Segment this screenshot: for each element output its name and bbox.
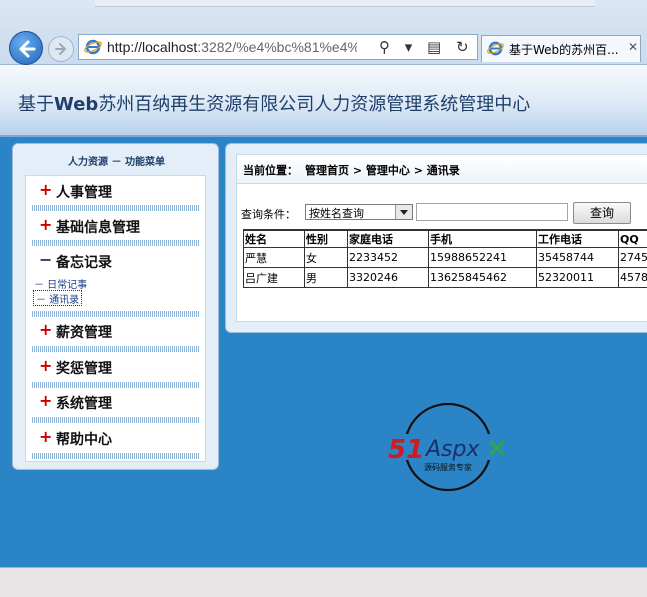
collapse-minus-icon: − bbox=[39, 250, 52, 269]
table-row[interactable]: 吕广建 男 3320246 13625845462 52320011 45784… bbox=[244, 268, 647, 288]
menu-divider bbox=[32, 240, 199, 246]
table-cell: 2233452 bbox=[348, 248, 429, 268]
breadcrumb: 当前位置： 管理首页 > 管理中心 > 通讯录 bbox=[237, 155, 647, 184]
menu-divider bbox=[32, 417, 199, 423]
column-header: 手机 bbox=[429, 230, 537, 248]
tab-ie-icon bbox=[487, 40, 504, 57]
logo-slogan: 源码服务专家 bbox=[424, 462, 472, 472]
menu-divider bbox=[32, 346, 199, 352]
back-button[interactable] bbox=[9, 31, 43, 65]
menu-item-label: 奖惩管理 bbox=[56, 358, 112, 378]
address-bar[interactable]: http://localhost:3282/%e4%bc%81%e4%b89 ⚲… bbox=[78, 34, 478, 60]
menu-divider bbox=[32, 453, 199, 459]
table-cell: 457845 bbox=[619, 268, 647, 288]
query-type-select[interactable]: 按姓名查询 bbox=[305, 204, 413, 220]
table-cell: 吕广建 bbox=[244, 268, 305, 288]
column-header: 工作电话 bbox=[537, 230, 619, 248]
table-cell: 274558 bbox=[619, 248, 647, 268]
menu-item-basic-info[interactable]: + 基础信息管理 bbox=[26, 215, 205, 237]
query-input[interactable] bbox=[416, 203, 568, 221]
header-banner: 基于Web苏州百纳再生资源有限公司人力资源管理系统管理中心 bbox=[0, 65, 647, 137]
menu-item-rewards[interactable]: + 奖惩管理 bbox=[26, 356, 205, 378]
menu-item-label: 薪资管理 bbox=[56, 322, 112, 342]
expand-plus-icon: + bbox=[39, 356, 52, 375]
table-cell: 35458744 bbox=[537, 248, 619, 268]
window-top-strip bbox=[95, 0, 595, 7]
url-host: http://localhost bbox=[107, 39, 197, 55]
column-header: 家庭电话 bbox=[348, 230, 429, 248]
expand-plus-icon: + bbox=[39, 215, 52, 234]
status-bar bbox=[0, 567, 647, 597]
submenu-daily-notes[interactable]: － 日常记事 bbox=[34, 276, 87, 290]
tab-title: 基于Web的苏州百... bbox=[509, 41, 624, 58]
menu-divider bbox=[32, 205, 199, 211]
contacts-table: 姓名 性别 家庭电话 手机 工作电话 QQ 严慧 女 2233452 15988… bbox=[243, 229, 647, 288]
column-header: QQ bbox=[619, 230, 647, 248]
breadcrumb-path: 管理首页 > 管理中心 > 通讯录 bbox=[305, 162, 460, 178]
menu-item-label: 人事管理 bbox=[56, 182, 112, 202]
content-panel: 当前位置： 管理首页 > 管理中心 > 通讯录 查询条件： 按姓名查询 查询 姓… bbox=[225, 143, 647, 333]
query-type-value: 按姓名查询 bbox=[309, 205, 364, 221]
logo-51: 51 bbox=[388, 435, 424, 465]
menu-item-label: 帮助中心 bbox=[56, 429, 112, 449]
forward-button[interactable] bbox=[48, 36, 74, 62]
table-cell: 52320011 bbox=[537, 268, 619, 288]
menu-list: + 人事管理 + 基础信息管理 − 备忘记录 － 日常记事 － 通讯录 + 薪资… bbox=[25, 175, 206, 462]
function-menu: 人力资源 － 功能菜单 + 人事管理 + 基础信息管理 − 备忘记录 － 日常记… bbox=[12, 143, 219, 470]
table-cell: 女 bbox=[305, 248, 348, 268]
forward-arrow-icon bbox=[54, 42, 68, 56]
table-header-row: 姓名 性别 家庭电话 手机 工作电话 QQ bbox=[244, 230, 647, 248]
menu-item-help[interactable]: + 帮助中心 bbox=[26, 427, 205, 449]
breadcrumb-label: 当前位置： bbox=[243, 162, 298, 178]
content-area: 当前位置： 管理首页 > 管理中心 > 通讯录 查询条件： 按姓名查询 查询 姓… bbox=[236, 154, 647, 322]
browser-tab[interactable]: 基于Web的苏州百... ✕ bbox=[481, 35, 641, 62]
table-cell: 13625845462 bbox=[429, 268, 537, 288]
table-cell: 3320246 bbox=[348, 268, 429, 288]
ie-logo-icon bbox=[84, 38, 102, 56]
back-arrow-icon bbox=[17, 39, 37, 59]
table-cell: 男 bbox=[305, 268, 348, 288]
url-path: :3282/%e4%bc%81%e4%b89 bbox=[197, 39, 357, 55]
query-label: 查询条件： bbox=[241, 206, 296, 222]
menu-divider bbox=[32, 382, 199, 388]
expand-plus-icon: + bbox=[39, 180, 52, 199]
menu-heading: 人力资源 － 功能菜单 bbox=[13, 153, 220, 168]
table-cell: 严慧 bbox=[244, 248, 305, 268]
table-cell: 15988652241 bbox=[429, 248, 537, 268]
menu-item-memo[interactable]: − 备忘记录 bbox=[26, 250, 205, 272]
page-title: 基于Web苏州百纳再生资源有限公司人力资源管理系统管理中心 bbox=[18, 90, 530, 116]
title-web: Web bbox=[54, 94, 98, 115]
title-post: 苏州百纳再生资源有限公司人力资源管理系统管理中心 bbox=[98, 94, 530, 115]
url-text[interactable]: http://localhost:3282/%e4%bc%81%e4%b89 bbox=[107, 39, 357, 55]
column-header: 姓名 bbox=[244, 230, 305, 248]
menu-item-label: 基础信息管理 bbox=[56, 217, 140, 237]
expand-plus-icon: + bbox=[39, 427, 52, 446]
submenu-contacts[interactable]: － 通讯录 bbox=[34, 291, 81, 305]
menu-item-system[interactable]: + 系统管理 bbox=[26, 391, 205, 413]
logo-aspx: Aspx bbox=[424, 437, 480, 462]
dropdown-arrow-icon bbox=[395, 205, 412, 219]
query-button[interactable]: 查询 bbox=[573, 202, 631, 224]
table-row[interactable]: 严慧 女 2233452 15988652241 35458744 274558 bbox=[244, 248, 647, 268]
menu-item-salary[interactable]: + 薪资管理 bbox=[26, 320, 205, 342]
menu-item-personnel[interactable]: + 人事管理 bbox=[26, 180, 205, 202]
menu-divider bbox=[32, 311, 199, 317]
expand-plus-icon: + bbox=[39, 320, 52, 339]
browser-chrome: http://localhost:3282/%e4%bc%81%e4%b89 ⚲… bbox=[0, 0, 647, 65]
menu-item-label: 备忘记录 bbox=[56, 252, 112, 272]
menu-item-label: 系统管理 bbox=[56, 393, 112, 413]
expand-plus-icon: + bbox=[39, 391, 52, 410]
column-header: 性别 bbox=[305, 230, 348, 248]
brand-logo: 51 Aspx 源码服务专家 bbox=[386, 403, 511, 493]
title-pre: 基于 bbox=[18, 94, 54, 115]
tab-close-icon[interactable]: ✕ bbox=[628, 40, 638, 54]
